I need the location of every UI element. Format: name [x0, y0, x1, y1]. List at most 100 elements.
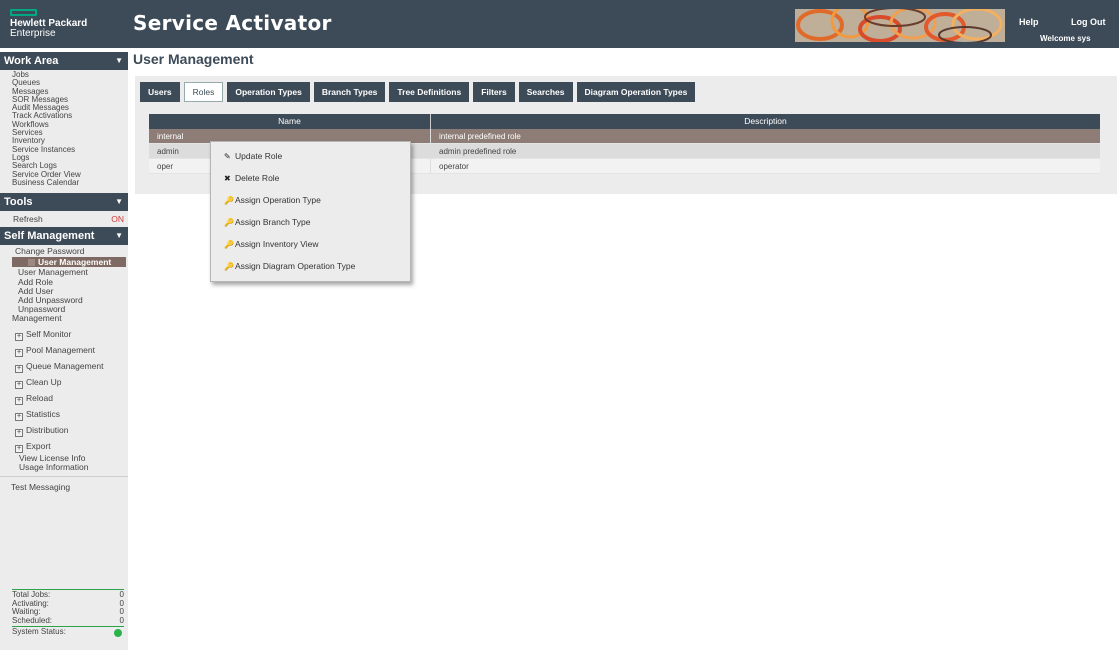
- app-title: Service Activator: [133, 11, 332, 35]
- help-link[interactable]: Help: [1019, 17, 1039, 27]
- nav-item-distribution[interactable]: + Distribution: [0, 422, 128, 438]
- expand-plus-icon[interactable]: +: [15, 380, 23, 389]
- hpe-logo-mark: [10, 9, 37, 16]
- nav-item-clean-up[interactable]: + Clean Up: [0, 374, 128, 390]
- nav-item-self-monitor[interactable]: + Self Monitor: [0, 326, 128, 342]
- menu-item-label: Assign Operation Type: [235, 195, 321, 205]
- expand-plus-icon[interactable]: +: [15, 444, 23, 453]
- nav-item-service-instances[interactable]: Service Instances: [12, 145, 128, 154]
- menu-item-delete-role[interactable]: ✖ Delete Role: [211, 171, 410, 193]
- expand-plus-icon[interactable]: +: [15, 348, 23, 357]
- reload-label: Reload: [26, 392, 53, 403]
- stat-label: Scheduled:: [12, 615, 53, 625]
- header-banner-image: [795, 9, 1005, 42]
- nav-item-export[interactable]: + Export: [0, 438, 128, 454]
- refresh-toggle[interactable]: Refresh ON: [0, 211, 128, 227]
- collapse-box-icon: [28, 259, 35, 267]
- menu-item-assign-branch-type[interactable]: 🔑Assign Branch Type: [211, 215, 410, 237]
- queue-management-label: Queue Management: [26, 360, 104, 371]
- menu-item-update-role[interactable]: ✎ Update Role: [211, 149, 410, 171]
- column-header-description[interactable]: Description: [431, 114, 1100, 129]
- stat-value: 0: [119, 615, 124, 625]
- status-ok-icon: [114, 629, 122, 637]
- menu-item-label: Assign Branch Type: [235, 217, 311, 227]
- menu-item-assign-inventory-view[interactable]: 🔑Assign Inventory View: [211, 237, 410, 259]
- expand-plus-icon[interactable]: +: [15, 396, 23, 405]
- expand-plus-icon[interactable]: +: [15, 364, 23, 373]
- welcome-text: Welcome sys: [1040, 34, 1091, 43]
- nav-item-unpassword-management[interactable]: Unpassword Management: [0, 304, 90, 323]
- divider: [0, 475, 128, 477]
- self-management-title: Self Management: [4, 230, 95, 243]
- menu-item-label: Assign Diagram Operation Type: [235, 261, 356, 271]
- nav-item-test-messaging[interactable]: Test Messaging: [0, 482, 128, 492]
- app-header: Hewlett Packard Enterprise Service Activ…: [0, 0, 1119, 48]
- self-monitor-label: Self Monitor: [26, 328, 72, 339]
- hpe-logo: Hewlett Packard Enterprise: [10, 9, 130, 39]
- expand-plus-icon[interactable]: +: [15, 428, 23, 437]
- tab-users[interactable]: Users: [140, 82, 180, 102]
- system-status-label: System Status:: [12, 627, 66, 636]
- nav-item-queue-management[interactable]: + Queue Management: [0, 358, 128, 374]
- tab-searches[interactable]: Searches: [518, 82, 573, 102]
- clean-up-label: Clean Up: [26, 376, 62, 387]
- self-management-list: Change Password User Management User Man…: [0, 245, 128, 492]
- work-area-title: Work Area: [4, 55, 59, 67]
- tab-tree-definitions[interactable]: Tree Definitions: [389, 82, 470, 102]
- page-title: User Management: [133, 51, 254, 67]
- logo-line2: Enterprise: [10, 28, 56, 39]
- column-header-name[interactable]: Name: [149, 114, 431, 129]
- nav-item-user-management-active[interactable]: User Management: [12, 257, 126, 268]
- key-icon: 🔑: [224, 262, 234, 271]
- tab-filters[interactable]: Filters: [473, 82, 515, 102]
- menu-item-label: Delete Role: [235, 173, 280, 183]
- self-management-header[interactable]: Self Management ▼: [0, 227, 128, 246]
- tools-title: Tools: [4, 196, 33, 209]
- expand-plus-icon[interactable]: +: [15, 412, 23, 421]
- nav-item-statistics[interactable]: + Statistics: [0, 406, 128, 422]
- chevron-down-icon[interactable]: ▼: [115, 56, 123, 65]
- refresh-label: Refresh: [13, 214, 43, 225]
- tab-operation-types[interactable]: Operation Types: [227, 82, 310, 102]
- refresh-state[interactable]: ON: [111, 214, 124, 224]
- menu-item-assign-operation-type[interactable]: 🔑Assign Operation Type: [211, 193, 410, 215]
- export-label: Export: [26, 440, 51, 451]
- menu-item-label: Update Role: [235, 151, 283, 161]
- stat-scheduled: Scheduled: 0: [12, 615, 124, 626]
- tab-diagram-operation-types[interactable]: Diagram Operation Types: [576, 82, 696, 102]
- key-icon: 🔑: [224, 196, 234, 205]
- work-area-header[interactable]: Work Area ▼: [0, 52, 128, 70]
- nav-item-business-calendar[interactable]: Business Calendar: [12, 178, 128, 187]
- context-menu: ✎ Update Role ✖ Delete Role 🔑Assign Operat…: [210, 141, 411, 282]
- sidebar: Work Area ▼ Jobs Queues Messages SOR Mes…: [0, 52, 128, 650]
- tab-roles[interactable]: Roles: [183, 82, 224, 102]
- menu-item-assign-diagram-operation-type[interactable]: 🔑Assign Diagram Operation Type: [211, 259, 410, 281]
- tab-bar: Users Roles Operation Types Branch Types…: [140, 82, 699, 102]
- system-status: System Status:: [12, 627, 124, 637]
- x-icon: ✖: [224, 174, 231, 183]
- cell-description: internal predefined role: [439, 132, 521, 141]
- nav-item-reload[interactable]: + Reload: [0, 390, 128, 406]
- pencil-icon: ✎: [224, 152, 231, 161]
- key-icon: 🔑: [224, 240, 234, 249]
- cell-description: operator: [439, 162, 469, 171]
- expand-plus-icon[interactable]: +: [15, 332, 23, 341]
- active-item-label: User Management: [38, 257, 112, 268]
- nav-item-change-password[interactable]: Change Password: [0, 246, 128, 256]
- chevron-down-icon[interactable]: ▼: [115, 197, 123, 206]
- distribution-label: Distribution: [26, 424, 69, 435]
- statistics-label: Statistics: [26, 408, 61, 419]
- nav-item-usage-information[interactable]: Usage Information: [0, 462, 128, 472]
- logout-link[interactable]: Log Out: [1071, 17, 1106, 27]
- nav-item-pool-management[interactable]: + Pool Management: [0, 342, 128, 358]
- cell-description: admin predefined role: [439, 147, 517, 156]
- work-area-list: Jobs Queues Messages SOR Messages Audit …: [0, 70, 128, 189]
- tools-header[interactable]: Tools ▼: [0, 193, 128, 212]
- chevron-down-icon[interactable]: ▼: [115, 231, 123, 240]
- job-stats: Total Jobs: 0 Activating: 0 Waiting: 0 Sche…: [12, 588, 124, 637]
- table-header: Name Description: [149, 114, 1100, 129]
- tab-branch-types[interactable]: Branch Types: [313, 82, 386, 102]
- pool-management-label: Pool Management: [26, 344, 95, 355]
- key-icon: 🔑: [224, 218, 234, 227]
- menu-item-label: Assign Inventory View: [235, 239, 319, 249]
